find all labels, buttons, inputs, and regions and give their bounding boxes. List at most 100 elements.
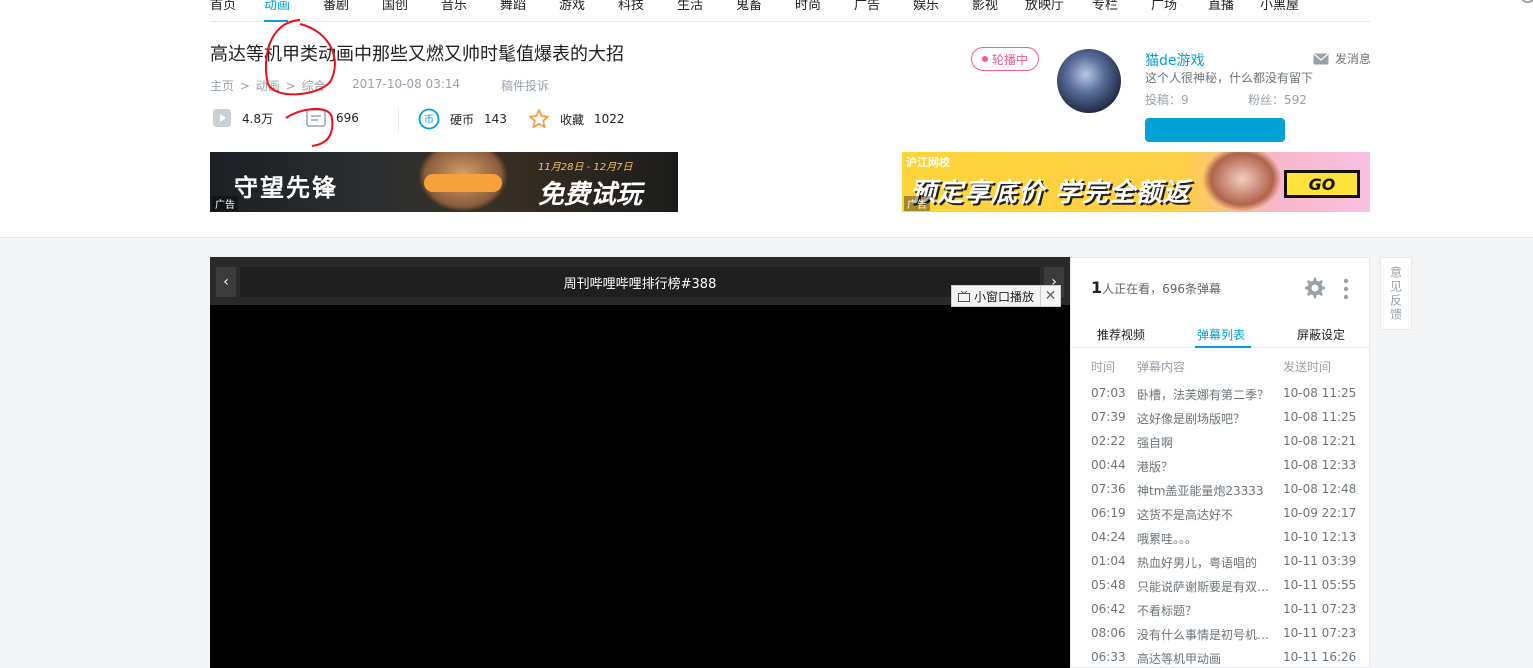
tv-icon xyxy=(958,290,970,302)
danmaku-content: 哦累哇。。。 xyxy=(1137,532,1198,546)
gear-icon[interactable] xyxy=(1303,276,1327,300)
danmaku-sent-time: 10-08 11:25 xyxy=(1283,410,1357,424)
danmaku-row[interactable]: 07:03 卧槽，法芙娜有第二季？ 10-08 11:25 xyxy=(1071,386,1369,410)
nav-item-kichiku[interactable]: 鬼畜 xyxy=(736,0,762,13)
danmaku-content: 没有什么事情是初号机… xyxy=(1137,628,1270,642)
ad-person-image xyxy=(1202,152,1282,212)
breadcrumb-home[interactable]: 主页 xyxy=(210,79,234,93)
nav-item-column[interactable]: 专栏 xyxy=(1092,0,1118,13)
nav-item-bangumi[interactable]: 番剧 xyxy=(323,0,349,13)
danmaku-stat: 696 xyxy=(306,108,359,128)
ad-right-brand: 沪江网校 xyxy=(906,156,950,169)
uploader-name[interactable]: 猫de游戏 xyxy=(1145,50,1205,70)
breadcrumb-anime[interactable]: 动画 xyxy=(256,79,280,93)
send-message-link[interactable]: 发消息 xyxy=(1313,50,1371,67)
tab-block-settings[interactable]: 屏蔽设定 xyxy=(1297,326,1345,343)
feedback-button[interactable]: 意见反馈 xyxy=(1380,257,1412,330)
more-vertical-icon[interactable] xyxy=(1343,278,1349,300)
nav-item-dance[interactable]: 舞蹈 xyxy=(500,0,526,13)
danmaku-content: 港版？ xyxy=(1137,460,1174,474)
nav-item-game[interactable]: 游戏 xyxy=(559,0,585,13)
favorites-stat[interactable]: 收藏 1022 xyxy=(528,108,625,130)
ad-left-title: 守望先锋 xyxy=(234,174,338,202)
uploader-fans: 粉丝：592 xyxy=(1248,93,1307,107)
nav-item-cinema[interactable]: 放映厅 xyxy=(1025,0,1064,13)
nav-item-fashion[interactable]: 时尚 xyxy=(795,0,821,13)
ad-goggles-image xyxy=(424,174,502,192)
uploader-posts: 投稿：9 xyxy=(1145,93,1189,107)
nav-item-blackroom[interactable]: 小黑屋 xyxy=(1260,0,1299,13)
danmaku-icon xyxy=(306,109,326,127)
danmaku-time: 02:22 xyxy=(1091,434,1126,448)
ad-left-cta: 免费试玩 xyxy=(538,180,643,210)
video-player[interactable]: ‹ 周刊哔哩哔哩排行榜#388 › 小窗口播放 ✕ xyxy=(210,257,1070,668)
nav-item-square[interactable]: 广场 xyxy=(1151,0,1177,13)
danmaku-row[interactable]: 05:48 只能说萨谢斯要是有双… 10-11 05:55 xyxy=(1071,578,1369,602)
danmaku-time: 07:36 xyxy=(1091,482,1126,496)
danmaku-content: 热血好男儿，粤语唱的 xyxy=(1137,556,1258,570)
player-title-bar: 周刊哔哩哔哩排行榜#388 xyxy=(240,267,1040,297)
mini-window-button[interactable]: 小窗口播放 ✕ xyxy=(951,285,1061,307)
danmaku-row[interactable]: 07:36 神tm盖亚能量炮23333 10-08 12:48 xyxy=(1071,482,1369,506)
breadcrumb-sep: > xyxy=(285,79,296,93)
ad-tag: 广告 xyxy=(212,196,238,211)
danmaku-time: 07:39 xyxy=(1091,410,1126,424)
nav-item-ad[interactable]: 广告 xyxy=(854,0,880,13)
coin-icon: 币 xyxy=(418,108,440,130)
danmaku-panel: 1人正在看，696条弹幕 推荐视频 弹幕列表 屏蔽设定 时间 弹幕内容 发送时间… xyxy=(1070,257,1370,668)
danmaku-row[interactable]: 06:33 高达等机甲动画 10-11 16:26 xyxy=(1071,650,1369,668)
danmaku-row[interactable]: 06:19 这货不是高达好不 10-09 22:17 xyxy=(1071,506,1369,530)
mini-window-label: 小窗口播放 xyxy=(974,289,1035,304)
coins-count: 143 xyxy=(484,112,507,126)
favorites-count: 1022 xyxy=(594,112,625,126)
nav-item-anime[interactable]: 动画 xyxy=(264,0,290,13)
ad-left-date: 11月28日 - 12月7日 xyxy=(538,162,633,173)
chevron-left-icon: ‹ xyxy=(223,274,229,290)
nav-active-indicator xyxy=(264,20,288,22)
danmaku-row[interactable]: 01:04 热血好男儿，粤语唱的 10-11 03:39 xyxy=(1071,554,1369,578)
tv-mascot-icon[interactable] xyxy=(1515,0,1533,8)
avatar[interactable] xyxy=(1057,49,1121,113)
danmaku-row[interactable]: 08:06 没有什么事情是初号机… 10-11 07:23 xyxy=(1071,626,1369,650)
danmaku-sent-time: 10-08 11:25 xyxy=(1283,386,1357,400)
danmaku-row[interactable]: 00:44 港版？ 10-08 12:33 xyxy=(1071,458,1369,482)
ad-banner-hujiang[interactable]: 沪江网校 预定享底价 学完全额返 GO 广告 xyxy=(902,152,1370,212)
danmaku-row[interactable]: 06:42 不看标题？ 10-11 07:23 xyxy=(1071,602,1369,626)
close-icon[interactable]: ✕ xyxy=(1040,286,1060,306)
col-sent-time[interactable]: 发送时间 xyxy=(1283,358,1331,375)
nav-item-tech[interactable]: 科技 xyxy=(618,0,644,13)
tab-danmaku-list[interactable]: 弹幕列表 xyxy=(1197,326,1245,343)
report-link[interactable]: 稿件投诉 xyxy=(501,77,549,94)
danmaku-row[interactable]: 02:22 强自啊 10-08 12:21 xyxy=(1071,434,1369,458)
watching-text: 人正在看，696条弹幕 xyxy=(1102,282,1222,296)
col-content[interactable]: 弹幕内容 xyxy=(1137,358,1273,375)
ad-tag: 广告 xyxy=(904,196,930,211)
coins-stat[interactable]: 币 硬币 143 xyxy=(418,108,507,130)
nav-item-music[interactable]: 音乐 xyxy=(441,0,467,13)
ad-right-title: 预定享底价 学完全额返 xyxy=(910,178,1191,208)
nav-item-ent[interactable]: 娱乐 xyxy=(913,0,939,13)
danmaku-time: 08:06 xyxy=(1091,626,1126,640)
nav-item-film[interactable]: 影视 xyxy=(972,0,998,13)
nav-item-life[interactable]: 生活 xyxy=(677,0,703,13)
prev-video-button[interactable]: ‹ xyxy=(216,267,236,297)
nav-item-home[interactable]: 首页 xyxy=(210,0,236,13)
danmaku-row[interactable]: 07:39 这好像是剧场版吧？ 10-08 11:25 xyxy=(1071,410,1369,434)
tab-recommended[interactable]: 推荐视频 xyxy=(1097,326,1145,343)
watching-count: 1 xyxy=(1091,278,1103,297)
danmaku-sent-time: 10-11 16:26 xyxy=(1283,650,1357,664)
breadcrumb-general[interactable]: 综合 xyxy=(301,79,325,93)
col-time[interactable]: 时间 xyxy=(1091,358,1115,375)
nav-item-guochuang[interactable]: 国创 xyxy=(382,0,408,13)
danmaku-time: 06:33 xyxy=(1091,650,1126,664)
danmaku-row[interactable]: 04:24 哦累哇。。。 10-10 12:13 xyxy=(1071,530,1369,554)
danmaku-time: 04:24 xyxy=(1091,530,1126,544)
ad-banner-overwatch[interactable]: 守望先锋 11月28日 - 12月7日 免费试玩 广告 xyxy=(210,152,678,212)
carousel-badge[interactable]: 轮播中 xyxy=(971,47,1040,71)
publish-time: 2017-10-08 03:14 xyxy=(352,77,461,91)
nav-item-live[interactable]: 直播 xyxy=(1208,0,1234,13)
follow-button[interactable] xyxy=(1145,118,1285,142)
danmaku-time: 07:03 xyxy=(1091,386,1126,400)
danmaku-sent-time: 10-11 05:55 xyxy=(1283,578,1357,592)
video-title: 高达等机甲类动画中那些又燃又帅时髦值爆表的大招 xyxy=(210,44,624,65)
